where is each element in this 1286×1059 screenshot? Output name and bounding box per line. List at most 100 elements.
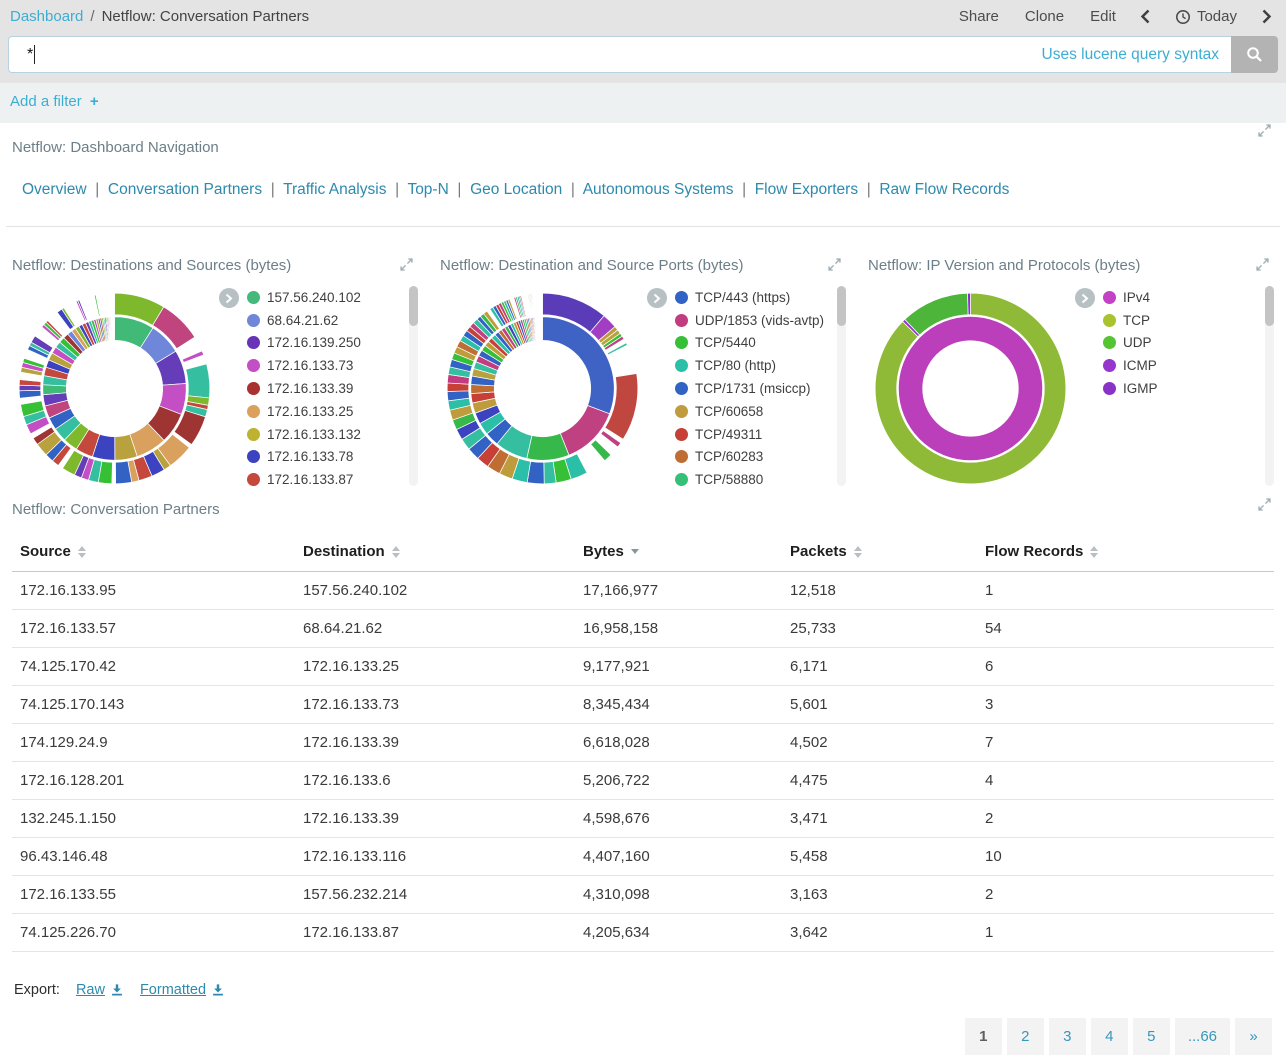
nav-link-conversation-partners[interactable]: Conversation Partners xyxy=(108,181,262,198)
nav-link-flow-exporters[interactable]: Flow Exporters xyxy=(755,181,858,198)
sort-icon[interactable] xyxy=(1090,546,1098,558)
nav-link-traffic-analysis[interactable]: Traffic Analysis xyxy=(283,181,386,198)
search-input[interactable]: * Uses lucene query syntax xyxy=(8,36,1231,73)
clone-link[interactable]: Clone xyxy=(1025,8,1064,25)
lucene-syntax-link[interactable]: Uses lucene query syntax xyxy=(1042,46,1219,64)
panel-title: Netflow: IP Version and Protocols (bytes… xyxy=(868,257,1274,274)
nav-separator: | xyxy=(386,181,407,198)
time-picker-button[interactable]: Today xyxy=(1175,8,1237,25)
legend-item[interactable]: TCP xyxy=(1103,309,1274,332)
scrollbar-thumb[interactable] xyxy=(1265,286,1274,326)
legend-item[interactable]: 68.64.21.62 xyxy=(247,309,418,332)
legend-swatch xyxy=(675,336,688,349)
expand-arrows-icon xyxy=(399,257,414,272)
filter-bar: Add a filter + xyxy=(0,83,1286,123)
legend-toggle-button[interactable] xyxy=(219,288,239,308)
search-icon xyxy=(1246,46,1263,63)
nav-link-geo-location[interactable]: Geo Location xyxy=(470,181,562,198)
legend-item[interactable]: 172.16.133.25 xyxy=(247,400,418,423)
search-button[interactable] xyxy=(1231,36,1278,73)
legend-item[interactable]: UDP xyxy=(1103,332,1274,355)
table-cell: 54 xyxy=(977,610,1274,648)
table-cell: 10 xyxy=(977,838,1274,876)
column-header-source[interactable]: Source xyxy=(12,535,295,572)
export-raw-link[interactable]: Raw xyxy=(76,982,124,998)
legend-swatch xyxy=(1103,314,1116,327)
legend-item[interactable]: TCP/1731 (msiccp) xyxy=(675,377,846,400)
breadcrumb-dashboard-link[interactable]: Dashboard xyxy=(10,8,83,25)
column-header-packets[interactable]: Packets xyxy=(782,535,977,572)
scrollbar-thumb[interactable] xyxy=(409,286,418,326)
legend-item[interactable]: 172.16.133.132 xyxy=(247,423,418,446)
page-button-2[interactable]: 2 xyxy=(1007,1018,1044,1055)
nav-link-top-n[interactable]: Top-N xyxy=(407,181,448,198)
column-label: Source xyxy=(20,543,71,560)
export-raw-label: Raw xyxy=(76,982,105,998)
time-back-button[interactable] xyxy=(1140,9,1151,24)
expand-panel-icon[interactable] xyxy=(399,257,414,277)
legend-item[interactable]: UDP/1853 (vids-avtp) xyxy=(675,309,846,332)
page-button-5[interactable]: 5 xyxy=(1133,1018,1170,1055)
legend-item[interactable]: 172.16.133.73 xyxy=(247,354,418,377)
sort-icon[interactable] xyxy=(854,546,862,558)
legend-item[interactable]: TCP/80 (http) xyxy=(675,354,846,377)
legend-swatch xyxy=(675,450,688,463)
legend-item[interactable]: 172.16.133.87 xyxy=(247,468,418,491)
legend-swatch xyxy=(247,336,260,349)
legend-item[interactable]: IPv4 xyxy=(1103,286,1274,309)
legend-item[interactable]: 172.16.133.39 xyxy=(247,377,418,400)
next-page-button[interactable]: » xyxy=(1235,1018,1272,1055)
legend-item[interactable]: 172.16.139.250 xyxy=(247,332,418,355)
nav-link-autonomous-systems[interactable]: Autonomous Systems xyxy=(583,181,734,198)
page-button-66[interactable]: ...66 xyxy=(1175,1018,1230,1055)
expand-panel-icon[interactable] xyxy=(1257,123,1272,143)
expand-panel-icon[interactable] xyxy=(1255,257,1270,277)
table-cell: 1 xyxy=(977,914,1274,952)
scrollbar-thumb[interactable] xyxy=(837,286,846,326)
add-filter-link[interactable]: Add a filter xyxy=(10,93,82,110)
panel-destination-source-ports: Netflow: Destination and Source Ports (b… xyxy=(428,257,856,493)
legend-item[interactable]: TCP/5440 xyxy=(675,332,846,355)
expand-panel-icon[interactable] xyxy=(1257,497,1272,517)
legend-item[interactable]: IGMP xyxy=(1103,377,1274,400)
donut-chart[interactable] xyxy=(440,286,645,491)
page-button-1[interactable]: 1 xyxy=(965,1018,1002,1055)
legend-item[interactable]: TCP/443 (https) xyxy=(675,286,846,309)
panel-ip-version-protocols: Netflow: IP Version and Protocols (bytes… xyxy=(856,257,1284,493)
legend-item[interactable]: ICMP xyxy=(1103,354,1274,377)
donut-chart[interactable] xyxy=(868,286,1073,491)
sort-icon[interactable] xyxy=(392,546,400,558)
page-button-3[interactable]: 3 xyxy=(1049,1018,1086,1055)
add-filter-plus-icon[interactable]: + xyxy=(90,93,99,110)
legend-toggle-button[interactable] xyxy=(647,288,667,308)
sort-icon[interactable] xyxy=(631,549,639,554)
legend-item[interactable]: TCP/60658 xyxy=(675,400,846,423)
column-header-flow-records[interactable]: Flow Records xyxy=(977,535,1274,572)
column-header-bytes[interactable]: Bytes xyxy=(575,535,782,572)
legend-item[interactable]: TCP/58880 xyxy=(675,468,846,491)
legend-toggle-button[interactable] xyxy=(1075,288,1095,308)
page-button-4[interactable]: 4 xyxy=(1091,1018,1128,1055)
nav-link-raw-flow-records[interactable]: Raw Flow Records xyxy=(879,181,1009,198)
table-cell: 172.16.128.201 xyxy=(12,762,295,800)
export-formatted-label: Formatted xyxy=(140,982,206,998)
legend-label: IPv4 xyxy=(1123,290,1150,305)
legend-item[interactable]: TCP/60283 xyxy=(675,446,846,469)
export-formatted-link[interactable]: Formatted xyxy=(140,982,225,998)
donut-chart[interactable] xyxy=(12,286,217,491)
share-link[interactable]: Share xyxy=(959,8,999,25)
column-header-destination[interactable]: Destination xyxy=(295,535,575,572)
legend-item[interactable]: TCP/49311 xyxy=(675,423,846,446)
legend-item[interactable]: 157.56.240.102 xyxy=(247,286,418,309)
topbar-action-list: Share Clone Edit xyxy=(959,8,1116,25)
nav-link-overview[interactable]: Overview xyxy=(22,181,87,198)
table-cell: 3 xyxy=(977,686,1274,724)
expand-panel-icon[interactable] xyxy=(827,257,842,277)
sort-icon[interactable] xyxy=(78,546,86,558)
edit-link[interactable]: Edit xyxy=(1090,8,1116,25)
time-forward-button[interactable] xyxy=(1261,9,1272,24)
table-cell: 5,601 xyxy=(782,686,977,724)
legend-label: TCP/443 (https) xyxy=(695,290,790,305)
legend-item[interactable]: 172.16.133.78 xyxy=(247,446,418,469)
legend-swatch xyxy=(675,428,688,441)
